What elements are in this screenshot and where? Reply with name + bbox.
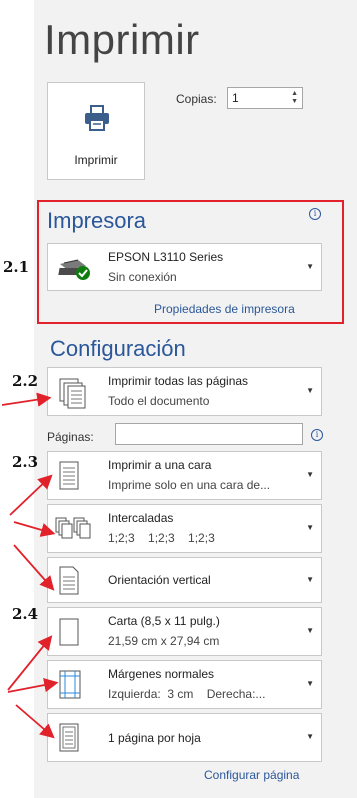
arrow-line [7,677,59,693]
arrow-line [13,544,55,591]
arrow-line [1,392,52,407]
arrow-line [9,474,53,516]
arrow-line [15,704,55,739]
annotation-arrows [1,392,59,739]
arrow-line [13,521,56,537]
arrow-line [7,635,53,691]
